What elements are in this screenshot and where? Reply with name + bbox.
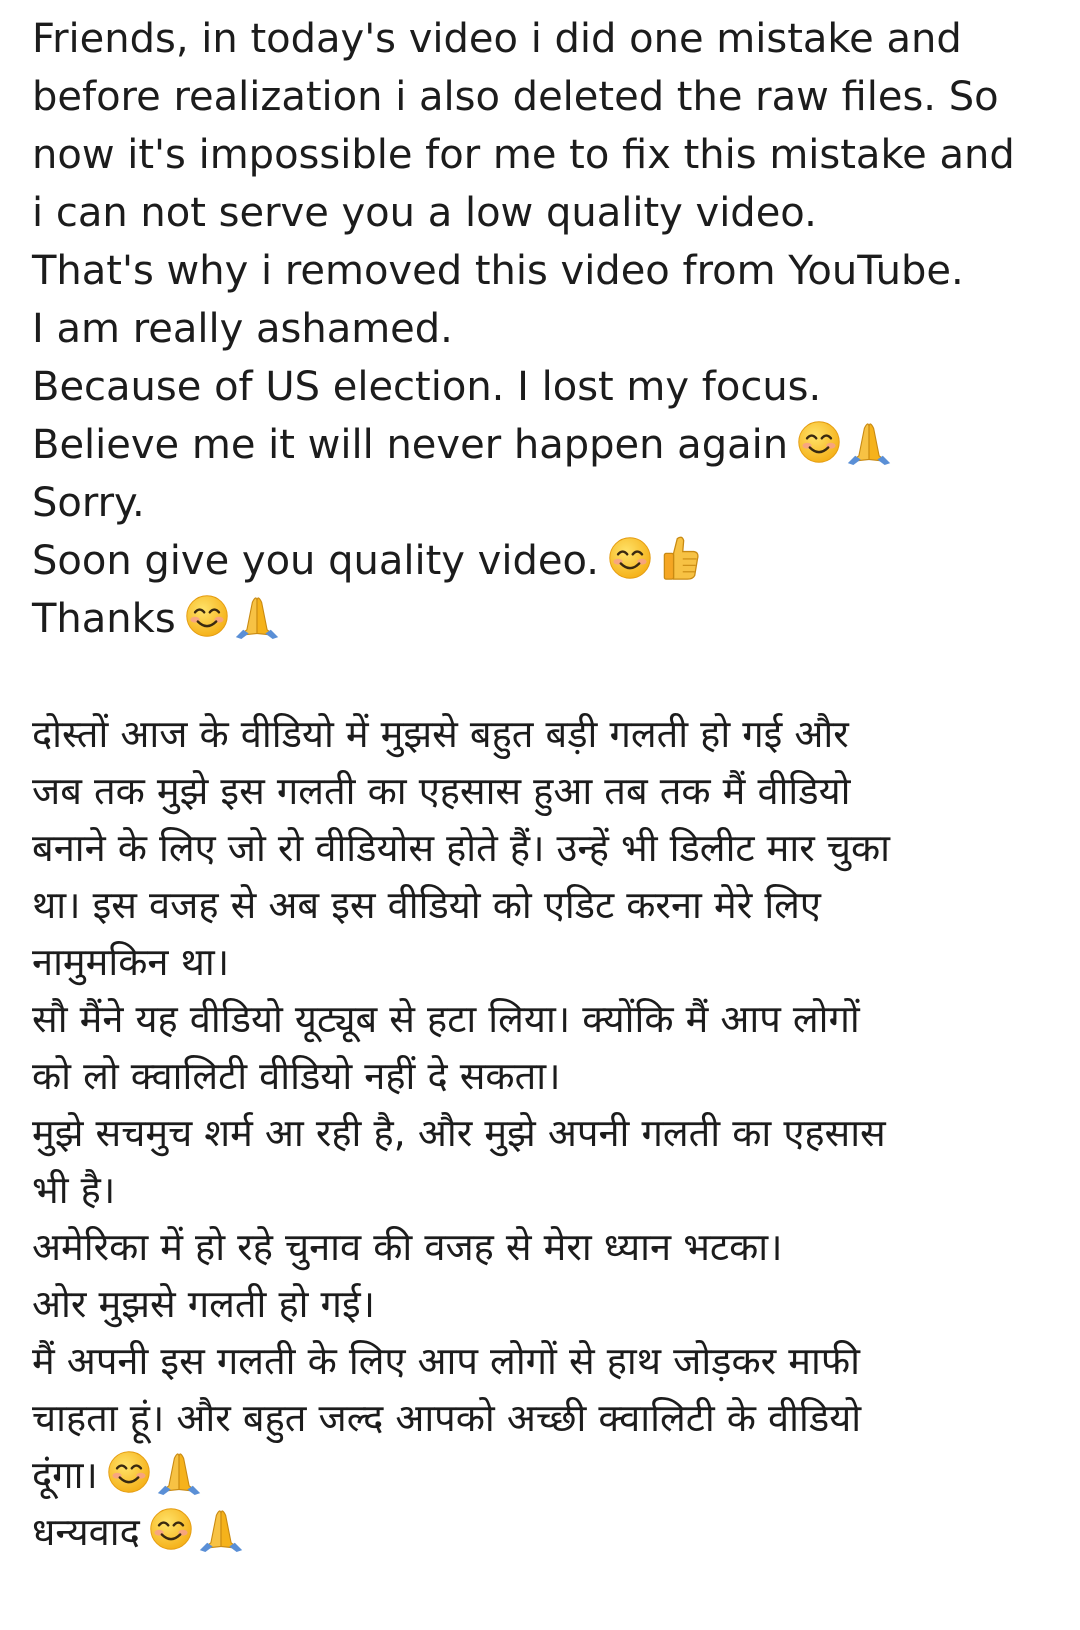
thumbs-up-emoji-icon [655, 535, 705, 581]
message-text: सौ मैंने यह वीडियो यूट्यूब से हटा लिया। … [32, 997, 860, 1041]
message-text: जब तक मुझे इस गलती का एहसास हुआ तब तक मै… [32, 769, 851, 813]
message-text: को लो क्वालिटी वीडियो नहीं दे सकता। [32, 1054, 561, 1098]
message-line: मैं अपनी इस गलती के लिए आप लोगों से हाथ … [32, 1333, 1062, 1390]
message-line: Thanks [32, 590, 1062, 648]
folded-hands-emoji-icon [232, 593, 282, 639]
message-text: दोस्तों आज के वीडियो में मुझसे बहुत बड़ी… [32, 712, 849, 756]
message-line: को लो क्वालिटी वीडियो नहीं दे सकता। [32, 1048, 1062, 1105]
message-line: बनाने के लिए जो रो वीडियोस होते हैं। उन्… [32, 820, 1062, 877]
message-line: था। इस वजह से अब इस वीडियो को एडिट करना … [32, 877, 1062, 934]
message-text: i can not serve you a low quality video. [32, 190, 817, 236]
message-text: That's why i removed this video from You… [32, 248, 964, 294]
message-text: Thanks [32, 596, 176, 642]
message-line: मुझे सचमुच शर्म आ रही है, और मुझे अपनी ग… [32, 1105, 1062, 1162]
message-text: Believe me it will never happen again [32, 422, 789, 468]
message-line: before realization i also deleted the ra… [32, 68, 1062, 126]
message-text: Friends, in today's video i did one mist… [32, 16, 962, 62]
message-line: Because of US election. I lost my focus. [32, 358, 1062, 416]
message-text: Because of US election. I lost my focus. [32, 364, 822, 410]
message-line: धन्यवाद [32, 1504, 1062, 1561]
message-line: now it's impossible for me to fix this m… [32, 126, 1062, 184]
message-line: नामुमकिन था। [32, 934, 1062, 991]
folded-hands-emoji-icon [154, 1449, 204, 1495]
post-body: Friends, in today's video i did one mist… [32, 10, 1062, 1561]
message-line: Friends, in today's video i did one mist… [32, 10, 1062, 68]
message-text: मैं अपनी इस गलती के लिए आप लोगों से हाथ … [32, 1339, 861, 1383]
smiling-face-emoji-icon [605, 535, 655, 581]
message-line: दोस्तों आज के वीडियो में मुझसे बहुत बड़ी… [32, 706, 1062, 763]
folded-hands-emoji-icon [196, 1506, 246, 1552]
message-line: दूंगा। [32, 1447, 1062, 1504]
message-text: चाहता हूं। और बहुत जल्द आपको अच्छी क्वाल… [32, 1396, 862, 1440]
message-line: जब तक मुझे इस गलती का एहसास हुआ तब तक मै… [32, 763, 1062, 820]
message-line: i can not serve you a low quality video. [32, 184, 1062, 242]
message-text: before realization i also deleted the ra… [32, 74, 999, 120]
hindi-message: दोस्तों आज के वीडियो में मुझसे बहुत बड़ी… [32, 706, 1062, 1561]
message-line: Sorry. [32, 474, 1062, 532]
message-line: ओर मुझसे गलती हो गई। [32, 1276, 1062, 1333]
message-line: अमेरिका में हो रहे चुनाव की वजह से मेरा … [32, 1219, 1062, 1276]
message-text: दूंगा। [32, 1453, 98, 1497]
message-line: Believe me it will never happen again [32, 416, 1062, 474]
message-text: Soon give you quality video. [32, 538, 599, 584]
message-line: That's why i removed this video from You… [32, 242, 1062, 300]
message-text: Sorry. [32, 480, 145, 526]
message-text: नामुमकिन था। [32, 940, 230, 984]
smiling-face-emoji-icon [104, 1449, 154, 1495]
message-text: मुझे सचमुच शर्म आ रही है, और मुझे अपनी ग… [32, 1111, 886, 1155]
smiling-face-emoji-icon [794, 419, 844, 465]
message-text: धन्यवाद [32, 1510, 140, 1554]
message-line: Soon give you quality video. [32, 532, 1062, 590]
english-message: Friends, in today's video i did one mist… [32, 10, 1062, 648]
message-line: चाहता हूं। और बहुत जल्द आपको अच्छी क्वाल… [32, 1390, 1062, 1447]
message-text: I am really ashamed. [32, 306, 453, 352]
message-text: बनाने के लिए जो रो वीडियोस होते हैं। उन्… [32, 826, 890, 870]
message-line: सौ मैंने यह वीडियो यूट्यूब से हटा लिया। … [32, 991, 1062, 1048]
smiling-face-emoji-icon [146, 1506, 196, 1552]
folded-hands-emoji-icon [844, 419, 894, 465]
message-line: भी है। [32, 1162, 1062, 1219]
smiling-face-emoji-icon [182, 593, 232, 639]
message-text: भी है। [32, 1168, 116, 1212]
message-line: I am really ashamed. [32, 300, 1062, 358]
message-text: ओर मुझसे गलती हो गई। [32, 1282, 376, 1326]
message-text: था। इस वजह से अब इस वीडियो को एडिट करना … [32, 883, 821, 927]
message-text: अमेरिका में हो रहे चुनाव की वजह से मेरा … [32, 1225, 783, 1269]
message-text: now it's impossible for me to fix this m… [32, 132, 1015, 178]
